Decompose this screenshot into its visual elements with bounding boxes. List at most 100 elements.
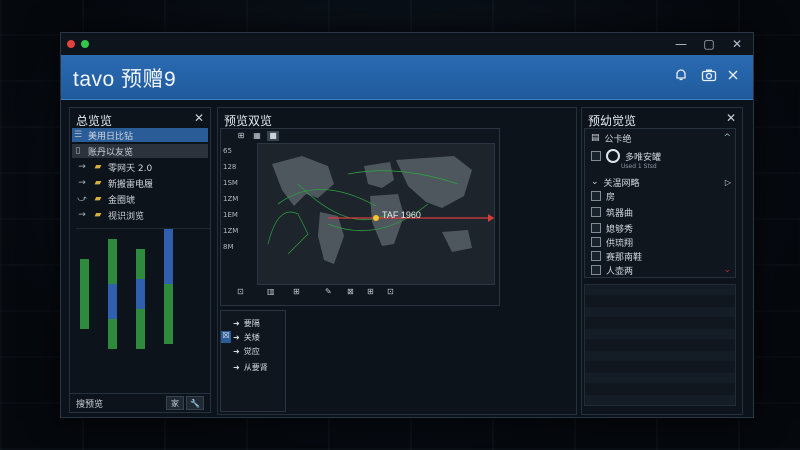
list-item[interactable]: 供琉翔 bbox=[591, 235, 731, 249]
tool-button[interactable]: ⊞ bbox=[367, 287, 374, 296]
camera-icon[interactable] bbox=[699, 65, 719, 85]
minimize-button[interactable]: — bbox=[667, 33, 695, 55]
home-button[interactable]: 家 bbox=[166, 396, 184, 410]
radio-label: 多唯安罐 bbox=[625, 152, 662, 163]
checkbox[interactable] bbox=[591, 207, 601, 217]
toolbar-table-button[interactable]: ▦ bbox=[251, 131, 263, 141]
checkbox[interactable] bbox=[591, 237, 601, 247]
list-item-label: 房 bbox=[606, 192, 616, 203]
list-item-label: 赛那南鞋 bbox=[606, 252, 643, 263]
close-dot[interactable] bbox=[67, 40, 75, 48]
right-panel: 预幼觉览 ✕ ▤ 公卡绝 ^ 多唯安罐 Used 1 Stsd ⌄ 关温网略 ▷ 房… bbox=[581, 107, 743, 415]
link-icon[interactable]: ⤻ bbox=[76, 194, 88, 204]
arrow-icon: ➜ bbox=[233, 362, 240, 372]
checkbox[interactable] bbox=[591, 265, 601, 275]
file-icon: ▯ bbox=[75, 146, 81, 156]
panel-close-icon[interactable]: ✕ bbox=[194, 111, 204, 125]
axis-tick: 128 bbox=[223, 163, 237, 171]
tool-button[interactable]: ⊡ bbox=[387, 287, 394, 296]
bar bbox=[80, 259, 89, 329]
map-frame: ⊞ ▦ ■ 65 128 1SM 1ZM 1EM 1ZM 8M TAF 1960… bbox=[220, 128, 500, 306]
list-item[interactable]: 人壶两 ⌄ bbox=[591, 263, 731, 277]
tree-item[interactable]: → ▰ 新搬雷电履 bbox=[76, 176, 216, 190]
maximize-button[interactable]: ▢ bbox=[695, 33, 723, 55]
tool-button[interactable]: ⊞ bbox=[293, 287, 300, 296]
tool-button[interactable]: ⊠ bbox=[347, 287, 354, 296]
group-item[interactable]: ➜ 觉应 bbox=[233, 345, 260, 357]
group-item-label: 觉应 bbox=[243, 346, 260, 356]
world-map[interactable]: TAF 1960 bbox=[257, 143, 496, 285]
arrow-icon: ➜ bbox=[233, 332, 240, 342]
app-window: — ▢ ✕ tavo 预赠9 总览览 ✕ ☰ 美用日比钻 ▯ 账丹以友览 → ▰… bbox=[60, 32, 754, 418]
zoom-dot[interactable] bbox=[81, 40, 89, 48]
arrow-icon: ➜ bbox=[233, 318, 240, 328]
bar bbox=[136, 279, 145, 309]
close-button[interactable]: ✕ bbox=[723, 33, 751, 55]
tree-item[interactable]: ▯ 账丹以友览 bbox=[72, 144, 208, 158]
panel-title: 总览览 bbox=[76, 114, 113, 128]
axis-tick: 65 bbox=[223, 147, 232, 155]
radio-item[interactable]: 多唯安罐 bbox=[591, 149, 731, 163]
tree-item-label: 视识浏览 bbox=[108, 211, 145, 222]
toolbar-grid-button[interactable]: ⊞ bbox=[235, 131, 247, 141]
group-item[interactable]: ➜ 关矮 bbox=[233, 331, 260, 343]
folder-icon: ▰ bbox=[94, 210, 102, 220]
toolbar-fill-button[interactable]: ■ bbox=[267, 131, 279, 141]
bell-icon[interactable] bbox=[671, 65, 691, 85]
folder-icon: ▰ bbox=[94, 178, 102, 188]
app-title: tavo 预赠9 bbox=[73, 68, 177, 91]
group-item-label: 关矮 bbox=[243, 332, 260, 342]
chevron-up-icon[interactable]: ^ bbox=[723, 133, 731, 143]
tree-item-label: 零网天 2.0 bbox=[108, 163, 153, 174]
app-header: tavo 预赠9 bbox=[61, 55, 753, 100]
group-item[interactable]: ➜ 从要肾 bbox=[233, 361, 268, 373]
panel-title: 预幼觉览 bbox=[588, 114, 637, 128]
right-detail-area bbox=[584, 284, 736, 406]
header-close-icon[interactable] bbox=[723, 65, 743, 85]
tool-button[interactable]: ✎ bbox=[325, 287, 332, 296]
left-status-bar: 搜预览 家 🔧 bbox=[70, 393, 210, 412]
panel-title: 预览双览 bbox=[224, 114, 273, 128]
group-select-icon[interactable]: ☒ bbox=[221, 331, 231, 343]
checkbox[interactable] bbox=[591, 191, 601, 201]
tree-item[interactable]: → ▰ 视识浏览 bbox=[76, 208, 216, 222]
expand-arrow-icon[interactable]: → bbox=[76, 162, 88, 172]
axis-tick: 8M bbox=[223, 243, 234, 251]
tool-button[interactable]: ▥ bbox=[267, 287, 275, 296]
checkbox[interactable] bbox=[591, 151, 601, 161]
tool-button[interactable]: ⊡ bbox=[237, 287, 244, 296]
chevron-down-icon[interactable]: ⌄ bbox=[723, 265, 731, 275]
axis-tick: 1EM bbox=[223, 211, 238, 219]
tree-item-selected[interactable]: ☰ 美用日比钻 bbox=[72, 128, 208, 142]
tools-button[interactable]: 🔧 bbox=[186, 396, 204, 410]
map-label: TAF 1960 bbox=[382, 210, 421, 220]
list-header-item[interactable]: ▤ 公卡绝 ^ bbox=[591, 131, 731, 145]
list-item[interactable]: ⌄ 关温网略 ▷ bbox=[591, 175, 731, 189]
chevron-icon: ⌄ bbox=[591, 177, 599, 187]
radio-icon[interactable] bbox=[606, 149, 620, 163]
list-item[interactable]: 媳够秀 bbox=[591, 221, 731, 235]
list-item[interactable]: 赛那南鞋 bbox=[591, 249, 731, 263]
panel-close-icon[interactable]: ✕ bbox=[726, 111, 736, 125]
tree-item[interactable]: → ▰ 零网天 2.0 bbox=[76, 160, 216, 174]
checkbox[interactable] bbox=[591, 251, 601, 261]
list-item[interactable]: 房 bbox=[591, 189, 731, 203]
list-item-label: 媳够秀 bbox=[606, 224, 634, 235]
world-map-svg bbox=[267, 156, 496, 264]
list-icon: ☰ bbox=[73, 130, 83, 140]
play-icon[interactable]: ▷ bbox=[725, 178, 731, 187]
tree-item-label: 新搬雷电履 bbox=[108, 179, 154, 190]
preview-panel: 预览双览 ⊞ ▦ ■ 65 128 1SM 1ZM 1EM 1ZM 8M TAF… bbox=[217, 107, 577, 415]
folder-icon: ▰ bbox=[94, 194, 102, 204]
group-item[interactable]: ➜ 要隔 bbox=[233, 317, 260, 329]
list-item[interactable]: 筑器曲 bbox=[591, 205, 731, 219]
tree-item[interactable]: ⤻ ▰ 金圈琥 bbox=[76, 192, 216, 206]
tree-item-label: 金圈琥 bbox=[108, 195, 136, 206]
expand-arrow-icon[interactable]: → bbox=[76, 178, 88, 188]
expand-arrow-icon[interactable]: → bbox=[76, 210, 88, 220]
axis-tick: 1ZM bbox=[223, 227, 239, 235]
tree-item-label: 账丹以友览 bbox=[88, 147, 134, 158]
tree-item-label: 美用日比钻 bbox=[88, 131, 134, 142]
radio-sublabel: Used 1 Stsd bbox=[621, 163, 657, 170]
checkbox[interactable] bbox=[591, 223, 601, 233]
